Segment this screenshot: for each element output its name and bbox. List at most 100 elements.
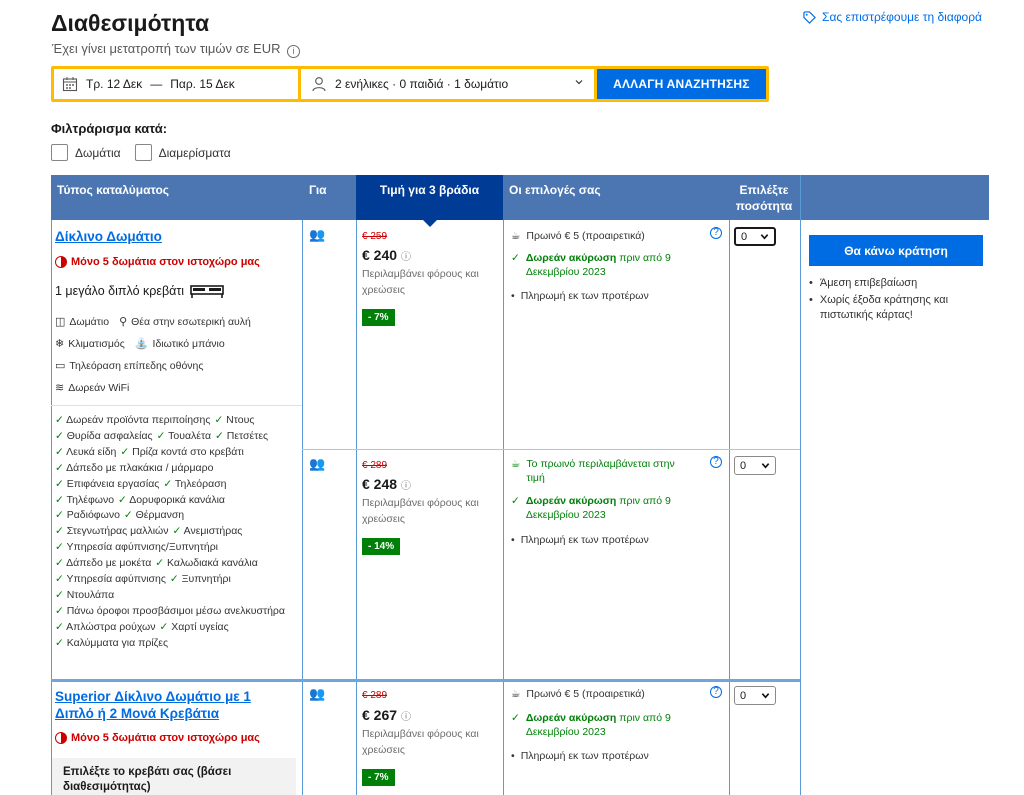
check-icon: ✓ [120,445,133,458]
prepay-text: Πληρωμή εκ των προτέρων [520,750,649,762]
amenity-item: Ραδιόφωνο [66,509,120,522]
check-icon: ✓ [511,252,520,264]
check-icon: ✓ [511,495,520,507]
amenity-item: Ντουλάπα [66,588,115,601]
check-icon: ✓ [55,620,67,633]
breakfast-included: ☕ Το πρωινό περιλαμβάνεται στην τιμή [511,457,721,485]
date-picker[interactable]: Τρ. 12 Δεκ — Παρ. 15 Δεκ [54,69,298,99]
breakfast-text: Πρωινό € 5 (προαιρετικά) [526,230,645,242]
amenity-item: Δορυφορικά κανάλια [129,493,225,506]
check-icon: ✓ [55,541,67,554]
amenity-item: Καλύμματα για πρίζες [66,636,169,649]
check-icon: ✓ [55,445,67,458]
breakfast-text: Το πρωινό περιλαμβάνεται στην [526,458,675,470]
free-cancellation: ✓ Δωρεάν ακύρωση πριν από 9 Δεκεμβρίου 202… [511,251,721,279]
rooms-table-header: Τύπος καταλύματος Για Τιμή για 3 βράδια … [51,175,989,227]
check-icon: ✓ [163,477,175,490]
filter-title: Φιλτράρισμα κατά: [51,121,168,136]
check-icon: ✓ [55,573,67,585]
guests-selector[interactable]: 2 ενήλικες · 0 παιδιά · 1 δωμάτιο [300,69,594,99]
filter-rooms[interactable]: Δωμάτια [51,144,121,161]
tax-note: Περιλαμβάνει φόρους και χρεώσεις [362,728,479,756]
amenity-row: ✓ Απλώστρα ρούχων ✓ Χαρτί υγείας [55,621,229,633]
cancel-bold: Δωρεάν ακύρωση [525,252,617,264]
change-search-button[interactable]: ΑΛΛΑΓΗ ΑΝΑΖΗΤΗΣΗΣ [596,69,766,99]
amenity-item: Λευκά είδη [66,445,117,458]
room-features-row: ≋ Δωρεάν WiFi [55,381,130,395]
breakfast-option: ☕ Πρωινό € 5 (προαιρετικά) [511,229,721,243]
col-header-options: Οι επιλογές σας [509,183,601,197]
info-icon[interactable]: i [287,45,301,58]
prepay-text: Πληρωμή εκ των προτέρων [520,290,649,302]
amenity-item: Πρίζα κοντά στο κρεβάτι [132,445,244,458]
check-icon: ✓ [55,493,67,506]
bed-choice-box: Επιλέξτε το κρεβάτι σας (βάσει διαθεσιμότ… [52,758,296,795]
feature-label: Δωμάτιο [69,315,110,328]
bed-choice-line2: διαθεσιμότητας) [63,781,151,793]
room-name-link[interactable]: Superior Δίκλινο Δωμάτιο με 1 Διπλό ή 2 Μ… [55,688,251,722]
prepay-text: Πληρωμή εκ των προτέρων [520,534,649,546]
feature-label: Δωρεάν WiFi [68,381,130,394]
quantity-select[interactable]: 0 [734,227,776,246]
room-size-icon: ◫ [55,316,66,328]
info-icon[interactable]: ⓘ [401,481,411,492]
free-cancellation: ✓ Δωρεάν ακύρωση πριν από 9 Δεκεμβρίου 202… [511,711,721,739]
col-header-type: Τύπος καταλύματος [57,183,170,197]
amenity-row: ✓ Δάπεδο με πλακάκια / μάρμαρο [55,462,213,474]
book-button[interactable]: Θα κάνω κράτηση [809,235,983,266]
wifi-icon: ≋ [55,382,65,394]
filter-apartments[interactable]: Διαμερίσματα [134,144,231,161]
amenity-item: Χαρτί υγείας [171,620,229,633]
quantity-select[interactable]: 0 [734,456,776,475]
table-divider [729,220,730,795]
room-name-link[interactable]: Δίκλινο Δωμάτιο [55,228,162,245]
original-price: € 289 [362,460,388,471]
two-persons-icon: 👥 [309,456,326,471]
scarcity-badge: Μόνο 5 δωμάτια στον ιστοχώρο μας [55,732,260,744]
check-icon: ✓ [55,557,67,570]
bullet: • [511,534,515,546]
room-name-line1: Superior Δίκλινο Δωμάτιο με 1 [55,689,251,704]
cancel-rest: πριν από 9 [619,495,671,507]
coffee-icon: ☕ [511,230,521,242]
amenity-item: Ντους [226,414,255,426]
discount-badge: - 7% [362,309,395,326]
col-header-qty: Επιλέξτε ποσότητα [735,183,793,213]
cancel-bold: Δωρεάν ακύρωση [525,712,617,724]
benefit-text: Χωρίς έξοδα κράτησης και πιστωτικής κάρτα… [820,293,948,323]
quantity-value: 0 [741,230,748,243]
check-icon: ✓ [172,525,184,538]
breakfast-text-2: τιμή [526,472,545,484]
check-icon: ✓ [118,493,130,506]
price-match-link[interactable]: Σας επιστρέφουμε τη διαφορά [803,10,982,24]
amenity-row: ✓ Υπηρεσία αφύπνισης ✓ Ξυπνητήρι [55,573,231,585]
rooms-checkbox[interactable] [51,144,68,161]
bullet: • [511,290,515,302]
date-start: Τρ. 12 Δεκ [86,77,143,91]
cancel-rest: πριν από 9 [619,252,671,264]
quantity-select[interactable]: 0 [734,686,776,705]
table-divider [800,175,801,795]
amenity-item: Θυρίδα ασφαλείας [66,429,153,442]
info-icon[interactable]: ⓘ [401,252,411,263]
amenity-item: Τηλεόραση [174,477,227,490]
bath-icon: ⛲ [134,338,149,350]
cancel-date: Δεκεμβρίου 2023 [525,726,606,738]
help-icon[interactable]: ? [710,686,722,698]
benefit-item: • Χωρίς έξοδα κράτησης και πιστωτικής κάρτ… [809,293,948,323]
currency-note-text: Έχει γίνει μετατροπή των τιμών σε EUR [52,41,281,56]
help-icon[interactable]: ? [710,456,722,468]
col-header-price[interactable]: Τιμή για 3 βράδια [356,175,503,227]
bed-choice-line1: Επιλέξτε το κρεβάτι σας (βάσει [63,766,232,778]
apartments-checkbox[interactable] [134,144,152,161]
help-icon[interactable]: ? [710,227,722,239]
cancel-date: Δεκεμβρίου 2023 [525,509,606,521]
breakfast-option: ☕ Πρωινό € 5 (προαιρετικά) [511,687,721,701]
room-features-row: ◫ Δωμάτιο ⚲ Θέα στην εσωτερική αυλή [55,315,251,329]
amenity-item: Θέρμανση [135,509,185,522]
chevron-down-icon [761,463,770,469]
info-icon[interactable]: ⓘ [401,712,411,723]
amenity-row: ✓ Τηλέφωνο ✓ Δορυφορικά κανάλια [55,494,225,506]
guests-value: 2 ενήλικες · 0 παιδιά · 1 δωμάτιο [334,77,509,91]
amenity-row: ✓ Ραδιόφωνο ✓ Θέρμανση [55,509,184,521]
